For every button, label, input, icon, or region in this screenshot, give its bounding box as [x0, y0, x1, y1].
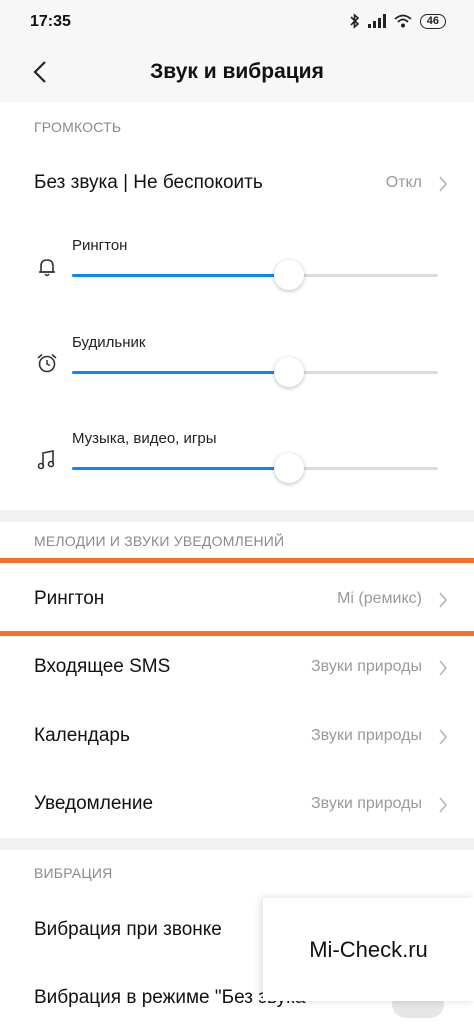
vibrate-on-ring-label: Вибрация при звонке: [34, 919, 222, 940]
ringtone-label: Рингтон: [34, 588, 105, 609]
calendar-sound-row[interactable]: Календарь Звуки природы: [0, 709, 474, 765]
dnd-row[interactable]: Без звука | Не беспокоить Откл: [0, 155, 474, 215]
bluetooth-icon: [350, 13, 359, 29]
page-header: Звук и вибрация: [0, 44, 474, 102]
dnd-value: Откл: [385, 174, 422, 191]
slider-handle[interactable]: [274, 357, 304, 387]
chevron-right-icon: [439, 797, 448, 813]
bell-icon: [39, 259, 55, 277]
watermark-text: Mi-Check.ru: [309, 936, 428, 962]
sms-label: Входящее SMS: [34, 656, 171, 677]
slider-label-alarm: Будильник: [72, 334, 146, 351]
status-time: 17:35: [30, 13, 71, 30]
slider-fill: [72, 274, 288, 277]
slider-handle[interactable]: [274, 260, 304, 290]
page-title: Звук и вибрация: [150, 60, 324, 83]
section-title-sounds: МЕЛОДИИ И ЗВУКИ УВЕДОМЛЕНИЙ: [34, 533, 285, 549]
slider-handle[interactable]: [274, 453, 304, 483]
slider-fill: [72, 467, 288, 470]
chevron-right-icon: [439, 729, 448, 745]
slider-label-ringtone: Рингтон: [72, 237, 128, 254]
notification-label: Уведомление: [34, 793, 154, 814]
dnd-label: Без звука | Не беспокоить: [34, 172, 263, 193]
section-title-vibration: ВИБРАЦИЯ: [34, 865, 113, 881]
section-divider: [0, 510, 474, 522]
ringtone-row-highlight[interactable]: Рингтон Mi (ремикс): [0, 558, 474, 636]
chevron-right-icon: [439, 592, 448, 608]
wifi-icon: [394, 14, 412, 28]
calendar-label: Календарь: [34, 725, 130, 746]
sms-sound-row[interactable]: Входящее SMS Звуки природы: [0, 640, 474, 696]
slider-fill: [72, 371, 288, 374]
chevron-right-icon: [439, 660, 448, 676]
sms-value: Звуки природы: [311, 658, 422, 675]
section-divider: [0, 838, 474, 850]
notification-sound-row[interactable]: Уведомление Звуки природы: [0, 777, 474, 833]
calendar-value: Звуки природы: [311, 727, 422, 744]
ringtone-value: Mi (ремикс): [337, 590, 422, 607]
music-note-icon: [37, 450, 55, 470]
status-icons: 46: [350, 13, 446, 29]
alarm-clock-icon: [37, 353, 57, 373]
chevron-right-icon: [439, 176, 448, 192]
battery-indicator: 46: [419, 13, 446, 29]
signal-icon: [367, 14, 386, 28]
notification-value: Звуки природы: [311, 795, 422, 812]
section-title-volume: ГРОМКОСТЬ: [34, 119, 122, 135]
watermark: Mi-Check.ru: [263, 898, 474, 1001]
status-bar: 17:35 46: [0, 0, 474, 44]
slider-label-media: Музыка, видео, игры: [72, 430, 217, 447]
